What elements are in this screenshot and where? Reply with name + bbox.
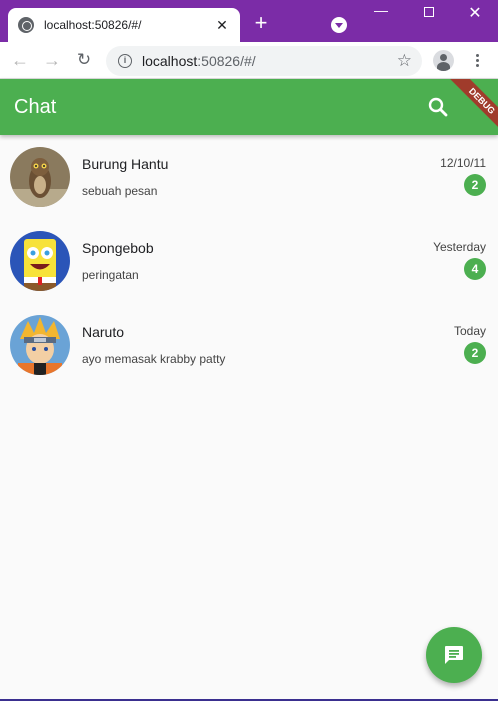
debug-banner: DEBUG xyxy=(443,79,498,135)
window-close-icon[interactable]: ✕ xyxy=(465,3,485,23)
browser-toolbar: ← → ↻ i localhost:50826/#/ ☆ xyxy=(0,42,498,79)
app-bar: Chat DEBUG xyxy=(0,79,498,135)
avatar xyxy=(10,147,70,207)
chat-name: Naruto xyxy=(82,324,125,340)
chat-last-message: ayo memasak krabby patty xyxy=(82,352,226,366)
arrow-forward-icon[interactable]: → xyxy=(42,50,62,70)
unread-badge: 2 xyxy=(464,342,486,364)
message-icon xyxy=(445,646,463,664)
chat-name: Spongebob xyxy=(82,240,154,256)
tab-title: localhost:50826/#/ xyxy=(44,18,142,32)
arrow-back-icon[interactable]: ← xyxy=(10,50,30,70)
chat-name: Burung Hantu xyxy=(82,156,169,172)
tab-search-icon[interactable] xyxy=(331,17,347,33)
new-message-button[interactable] xyxy=(426,627,482,683)
avatar xyxy=(10,315,70,375)
search-icon[interactable] xyxy=(426,95,450,119)
url-path: :50826/#/ xyxy=(197,53,256,69)
more-vert-icon[interactable] xyxy=(469,52,485,70)
browser-tab[interactable]: localhost:50826/#/ ✕ xyxy=(8,8,240,42)
close-tab-icon[interactable]: ✕ xyxy=(214,17,230,34)
reload-icon[interactable]: ↻ xyxy=(74,50,94,70)
chat-time: 12/10/11 xyxy=(440,156,486,170)
app-title: Chat xyxy=(14,96,57,118)
avatar xyxy=(10,231,70,291)
url-host: localhost xyxy=(142,53,198,69)
chat-list-item[interactable]: Naruto ayo memasak krabby patty Today 2 xyxy=(0,303,498,387)
chat-last-message: sebuah pesan xyxy=(82,184,158,198)
unread-badge: 2 xyxy=(464,174,486,196)
unread-badge: 4 xyxy=(464,258,486,280)
new-tab-button[interactable]: + xyxy=(250,12,272,34)
chat-list: Burung Hantu sebuah pesan 12/10/11 2 Spo… xyxy=(0,135,498,387)
browser-tabstrip: localhost:50826/#/ ✕ + — ✕ xyxy=(0,0,498,42)
minimize-icon[interactable]: — xyxy=(371,2,391,18)
maximize-icon[interactable] xyxy=(419,4,439,20)
profile-icon[interactable] xyxy=(433,50,454,71)
chat-list-item[interactable]: Burung Hantu sebuah pesan 12/10/11 2 xyxy=(0,135,498,219)
chat-list-item[interactable]: Spongebob peringatan Yesterday 4 xyxy=(0,219,498,303)
globe-icon xyxy=(18,17,34,33)
address-bar[interactable]: i localhost:50826/#/ ☆ xyxy=(106,46,422,76)
info-icon[interactable]: i xyxy=(118,54,132,68)
chat-last-message: peringatan xyxy=(82,268,139,282)
chat-time: Today xyxy=(453,324,486,338)
chat-time: Yesterday xyxy=(433,240,486,254)
star-icon[interactable]: ☆ xyxy=(397,51,412,71)
